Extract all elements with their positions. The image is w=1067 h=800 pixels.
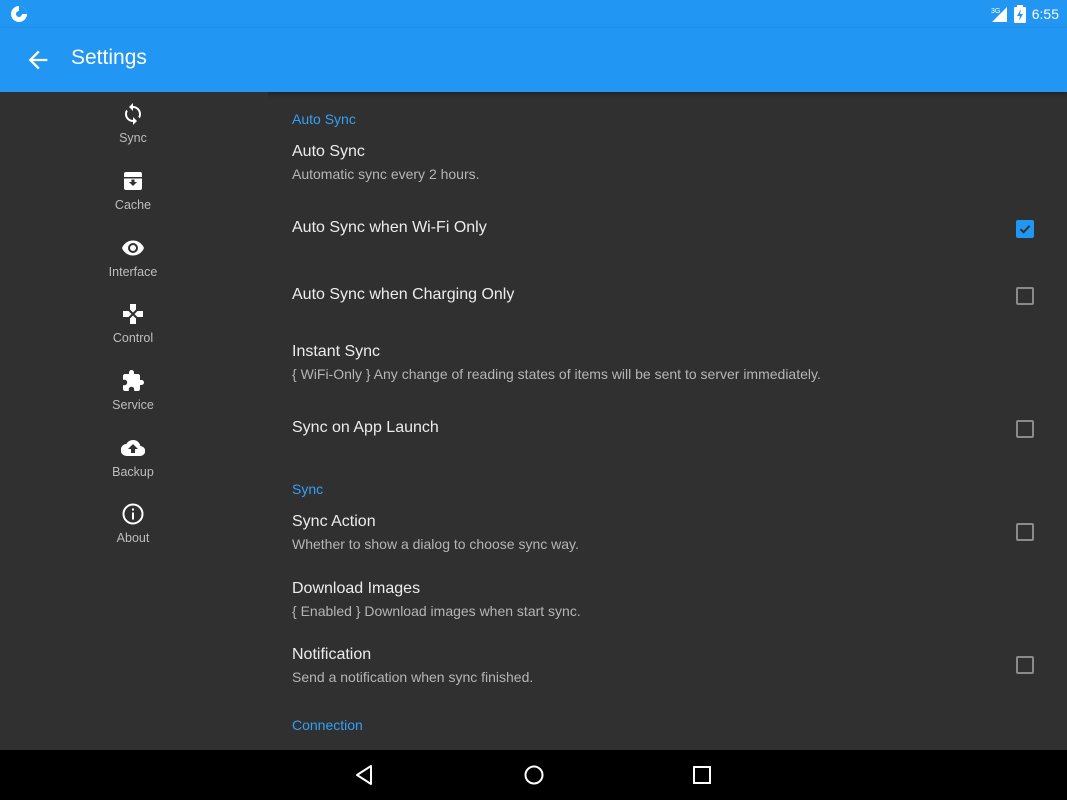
sidebar-item-about[interactable]: About [83, 502, 183, 562]
battery-icon [1013, 5, 1026, 23]
info-icon [122, 503, 144, 525]
pref-title: Sync Action [292, 513, 376, 530]
back-nav-icon[interactable] [353, 763, 377, 787]
pref-title: Auto Sync when Charging Only [292, 286, 515, 303]
sidebar-item-label: Backup [112, 465, 154, 479]
settings-content: Auto Sync Auto Sync Automatic sync every… [268, 92, 1067, 750]
sidebar-item-label: Sync [119, 131, 147, 145]
recents-nav-icon[interactable] [690, 763, 714, 787]
cloud-upload-icon [121, 439, 145, 457]
arrow-back-icon[interactable] [24, 46, 52, 74]
sidebar-item-label: Cache [114, 198, 152, 212]
notification-checkbox[interactable] [1016, 656, 1034, 674]
pref-summary: Send a notification when sync finished. [292, 669, 534, 685]
pref-title: Instant Sync [292, 343, 381, 360]
pref-charging-only[interactable]: Auto Sync when Charging Only [268, 267, 1067, 323]
pref-summary: { Enabled } Download images when start s… [292, 603, 581, 619]
sidebar-item-sync[interactable]: Sync [83, 102, 183, 162]
sidebar-item-control[interactable]: Control [83, 302, 183, 362]
puzzle-icon [123, 370, 144, 391]
sidebar-item-backup[interactable]: Backup [83, 436, 183, 496]
sidebar-item-interface[interactable]: Interface [83, 236, 183, 296]
eye-icon [122, 240, 144, 256]
sidebar-item-label: Control [112, 331, 154, 345]
wifi-only-checkbox[interactable] [1016, 220, 1034, 238]
pref-summary: Automatic sync every 2 hours. [292, 166, 480, 182]
navigation-bar [0, 750, 1067, 800]
gamepad-icon [123, 304, 143, 324]
sidebar-item-service[interactable]: Service [83, 369, 183, 429]
pref-download-images[interactable]: Download Images { Enabled } Download ima… [268, 573, 1067, 629]
home-nav-icon[interactable] [522, 763, 546, 787]
sidebar-item-label: About [116, 531, 150, 545]
sidebar-item-label: Interface [108, 265, 158, 279]
app-notification-icon [11, 6, 27, 22]
sidebar-item-cache[interactable]: Cache [83, 169, 183, 229]
pref-title: Auto Sync when Wi-Fi Only [292, 219, 487, 236]
checkmark-icon [1019, 225, 1031, 234]
pref-wifi-only[interactable]: Auto Sync when Wi-Fi Only [268, 200, 1067, 256]
section-header-connection: Connection [292, 717, 363, 733]
sidebar-item-label: Service [112, 398, 154, 412]
pref-instant-sync[interactable]: Instant Sync { WiFi-Only } Any change of… [268, 336, 1067, 392]
signal-icon: 3G [991, 7, 1007, 22]
section-header-sync: Sync [292, 481, 324, 497]
charging-only-checkbox[interactable] [1016, 287, 1034, 305]
pref-title: Download Images [292, 580, 421, 597]
pref-summary: { WiFi-Only } Any change of reading stat… [292, 366, 821, 382]
pref-sync-action[interactable]: Sync Action Whether to show a dialog to … [268, 506, 1067, 562]
archive-icon [124, 172, 142, 190]
pref-title: Notification [292, 646, 372, 663]
sync-action-checkbox[interactable] [1016, 523, 1034, 541]
pref-notification[interactable]: Notification Send a notification when sy… [268, 639, 1067, 695]
app-bar: Settings [0, 28, 1067, 92]
section-header-auto-sync: Auto Sync [292, 111, 356, 127]
sync-icon [125, 103, 141, 125]
pref-title: Auto Sync [292, 143, 365, 160]
pref-auto-sync[interactable]: Auto Sync Automatic sync every 2 hours. [268, 136, 1067, 192]
status-time: 6:55 [1031, 6, 1059, 22]
page-title: Settings [71, 46, 147, 69]
svg-text:3G: 3G [991, 8, 1000, 15]
pref-app-launch[interactable]: Sync on App Launch [268, 400, 1067, 456]
pref-summary: Whether to show a dialog to choose sync … [292, 536, 579, 552]
status-bar: 3G 6:55 [0, 0, 1067, 28]
settings-sidebar: Sync Cache Interface Control Service Bac… [0, 92, 268, 750]
app-launch-checkbox[interactable] [1016, 420, 1034, 438]
pref-title: Sync on App Launch [292, 419, 439, 436]
